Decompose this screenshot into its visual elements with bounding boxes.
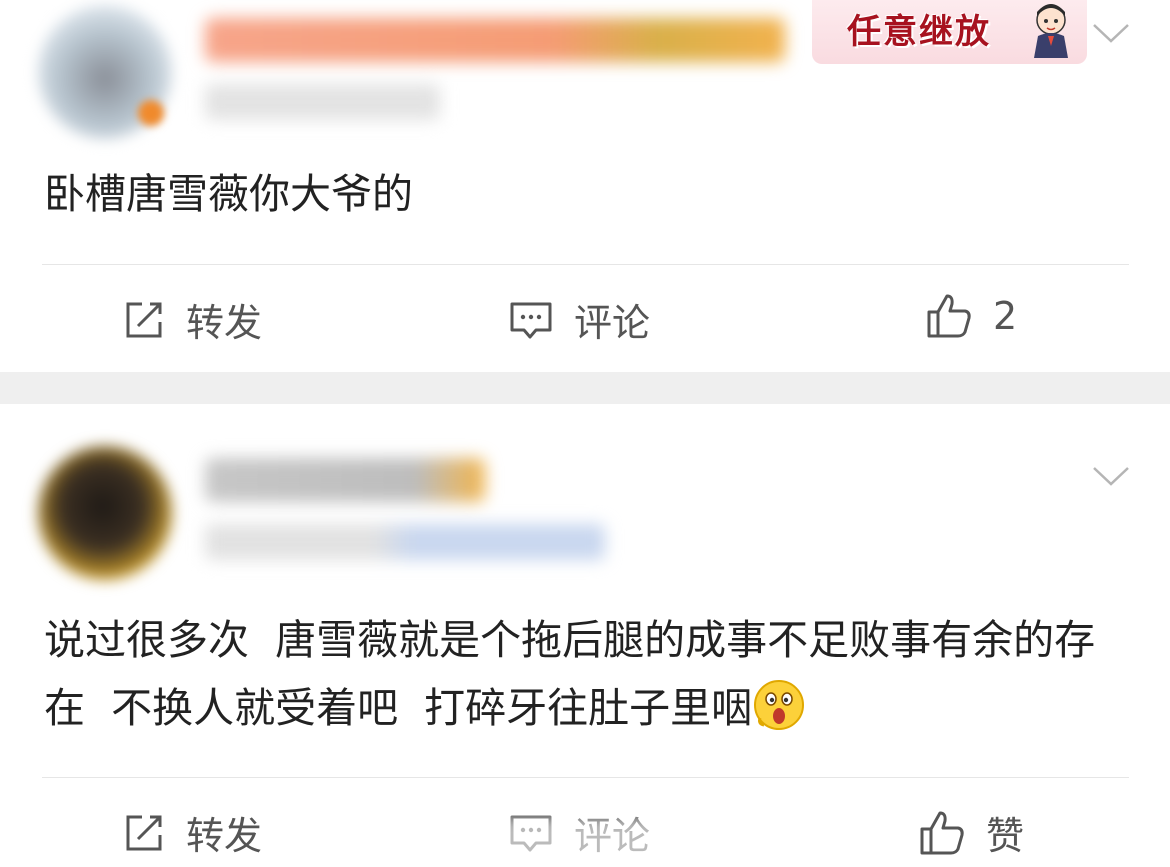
avatar[interactable] (38, 446, 172, 580)
chevron-down-icon[interactable] (1092, 465, 1130, 487)
watermark-blur (420, 818, 750, 866)
shocked-face-emoji (754, 680, 805, 730)
post-meta-redacted (205, 524, 605, 560)
repost-label: 转发 (186, 814, 263, 858)
comment-text-body: 说过很多次 唐雪薇就是个拖后腿的成事不足败事有余的存在 不换人就受着吧 打碎牙往… (44, 616, 1096, 732)
username-redacted[interactable] (205, 458, 485, 502)
thumbs-up-icon (920, 811, 964, 854)
comment-card: 说过很多次 唐雪薇就是个拖后腿的成事不足败事有余的存在 不换人就受着吧 打碎牙往… (0, 0, 1170, 867)
divider (42, 777, 1129, 778)
comment-text: 说过很多次 唐雪薇就是个拖后腿的成事不足败事有余的存在 不换人就受着吧 打碎牙往… (44, 606, 1134, 742)
repost-button[interactable]: 转发 (122, 805, 262, 860)
like-label: 赞 (986, 814, 1025, 858)
repost-icon (126, 815, 162, 850)
like-button[interactable]: 赞 (918, 805, 1024, 860)
